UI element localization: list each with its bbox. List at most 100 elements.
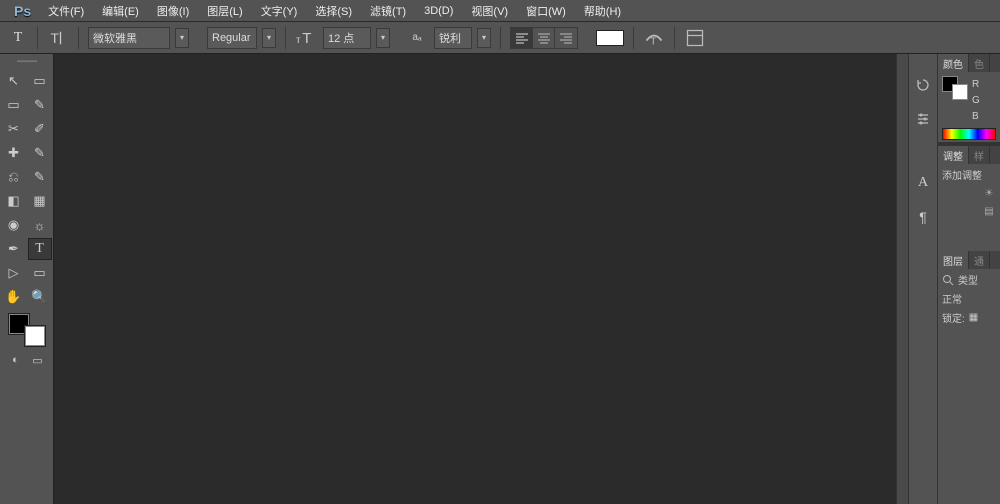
mini-color-wells[interactable] <box>942 76 968 100</box>
filter-icon[interactable] <box>942 274 954 286</box>
right-panels: 颜色 色 R G B 调整 样 添加调整 ☀ <box>938 54 1000 504</box>
tool-path-select[interactable]: ▷ <box>2 262 26 284</box>
separator <box>633 27 634 49</box>
menu-filter[interactable]: 滤镜(T) <box>361 1 415 21</box>
vertical-scrollbar[interactable] <box>896 54 908 504</box>
svg-text:T: T <box>650 36 656 47</box>
separator <box>500 27 501 49</box>
tool-zoom[interactable]: 🔍 <box>28 286 52 308</box>
svg-text:T: T <box>51 31 60 46</box>
tool-hand[interactable]: ✋ <box>2 286 26 308</box>
menu-type[interactable]: 文字(Y) <box>252 1 307 21</box>
tab-layers[interactable]: 图层 <box>938 251 969 269</box>
text-align-group <box>510 27 578 49</box>
screenmode-toggle[interactable]: ▭ <box>28 352 48 368</box>
g-row: G <box>972 92 996 108</box>
menu-window[interactable]: 窗口(W) <box>517 1 575 21</box>
font-style-dropdown[interactable]: Regular <box>207 27 257 49</box>
history-panel-icon[interactable] <box>912 74 934 96</box>
menu-view[interactable]: 视图(V) <box>462 1 517 21</box>
b-row: B <box>972 108 996 124</box>
active-tool-icon[interactable]: T <box>8 28 28 48</box>
tool-history-brush[interactable]: ✎ <box>28 166 52 188</box>
font-style-arrow[interactable]: ▾ <box>262 28 276 48</box>
menu-select[interactable]: 选择(S) <box>306 1 361 21</box>
menu-help[interactable]: 帮助(H) <box>575 1 630 21</box>
char-panel-toggle[interactable] <box>684 27 706 49</box>
text-orientation-button[interactable]: T <box>47 27 69 49</box>
adjust-title: 添加调整 <box>942 167 996 182</box>
align-right-button[interactable] <box>555 28 577 48</box>
warp-text-button[interactable]: T <box>643 27 665 49</box>
adjust-panel: 添加调整 ☀ ▤ <box>938 164 1000 221</box>
tool-type[interactable]: T <box>28 238 52 260</box>
font-size-dropdown[interactable]: 12 点 <box>323 27 371 49</box>
align-left-button[interactable] <box>511 28 533 48</box>
tool-blur[interactable]: ◉ <box>2 214 26 236</box>
tool-artboard[interactable]: ▭ <box>28 70 52 92</box>
font-size-icon: тT <box>295 27 317 49</box>
tool-move[interactable]: ↖ <box>2 70 26 92</box>
background-color[interactable] <box>25 326 45 346</box>
tool-pen[interactable]: ✒ <box>2 238 26 260</box>
tab-styles[interactable]: 样 <box>969 146 990 164</box>
hue-strip[interactable] <box>942 128 996 140</box>
brightness-icon[interactable]: ☀ <box>982 186 996 200</box>
paragraph-panel-icon[interactable]: ¶ <box>912 206 934 228</box>
separator <box>78 27 79 49</box>
character-panel-icon[interactable]: A <box>912 172 934 194</box>
blend-mode-dropdown[interactable]: 正常 <box>942 291 962 306</box>
separator <box>37 27 38 49</box>
separator <box>285 27 286 49</box>
color-panel: R G B <box>938 72 1000 142</box>
menu-edit[interactable]: 编辑(E) <box>93 1 148 21</box>
tool-lasso[interactable]: ✎ <box>28 94 52 116</box>
align-center-button[interactable] <box>533 28 555 48</box>
tool-rectangle[interactable]: ▭ <box>28 262 52 284</box>
lock-label: 锁定: <box>942 310 965 325</box>
tool-spot-heal[interactable]: ✚ <box>2 142 26 164</box>
font-size-arrow[interactable]: ▾ <box>376 28 390 48</box>
layers-panel-tabs: 图层 通 <box>938 251 1000 269</box>
tool-gradient[interactable]: ▦ <box>28 190 52 212</box>
color-wells <box>9 314 45 346</box>
tab-adjust[interactable]: 调整 <box>938 146 969 164</box>
tool-eyedropper[interactable]: ✐ <box>28 118 52 140</box>
svg-text:т: т <box>296 35 301 46</box>
tool-dodge[interactable]: ☼ <box>28 214 52 236</box>
quickmask-toggle[interactable]: ◐ <box>6 352 26 368</box>
menu-layer[interactable]: 图层(L) <box>198 1 251 21</box>
adjust-panel-tabs: 调整 样 <box>938 146 1000 164</box>
tab-swatches[interactable]: 色 <box>969 54 990 72</box>
workspace: ↖▭▭✎✂✐✚✎⎌✎◧▦◉☼✒T▷▭✋🔍 ◐ ▭ A ¶ 颜色 色 <box>0 54 1000 504</box>
canvas-area[interactable] <box>54 54 908 504</box>
tool-brush[interactable]: ✎ <box>28 142 52 164</box>
layers-panel: 类型 正常 锁定: ▦ <box>938 269 1000 328</box>
mini-bg-color[interactable] <box>952 84 968 100</box>
menu-3d[interactable]: 3D(D) <box>415 3 462 19</box>
tool-marquee[interactable]: ▭ <box>2 94 26 116</box>
app-logo: Ps <box>6 3 39 19</box>
text-color-swatch[interactable] <box>596 30 624 46</box>
lock-all-icon[interactable]: ▦ <box>969 312 978 323</box>
collapsed-dock: A ¶ <box>908 54 938 504</box>
tool-crop[interactable]: ✂ <box>2 118 26 140</box>
kind-filter-label[interactable]: 类型 <box>958 272 978 287</box>
color-panel-tabs: 颜色 色 <box>938 54 1000 72</box>
antialias-arrow[interactable]: ▾ <box>477 28 491 48</box>
r-row: R <box>972 76 996 92</box>
tab-channels[interactable]: 通 <box>969 251 990 269</box>
properties-panel-icon[interactable] <box>912 108 934 130</box>
font-family-dropdown[interactable]: 微软雅黑 <box>88 27 170 49</box>
tool-eraser[interactable]: ◧ <box>2 190 26 212</box>
tool-clone[interactable]: ⎌ <box>2 166 26 188</box>
menu-image[interactable]: 图像(I) <box>148 1 198 21</box>
antialias-dropdown[interactable]: 锐利 <box>434 27 472 49</box>
svg-text:T: T <box>302 30 311 47</box>
font-family-arrow[interactable]: ▾ <box>175 28 189 48</box>
levels-icon[interactable]: ▤ <box>982 204 996 218</box>
antialias-icon: aₐ <box>406 27 428 49</box>
menu-file[interactable]: 文件(F) <box>39 1 93 21</box>
tab-color[interactable]: 颜色 <box>938 54 969 72</box>
toolbox-grip[interactable] <box>7 60 47 66</box>
